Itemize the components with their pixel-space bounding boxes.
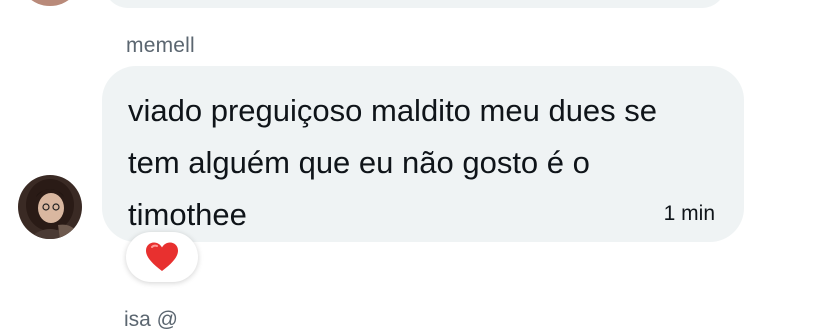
sender-name: memell bbox=[126, 34, 195, 57]
previous-avatar[interactable] bbox=[18, 0, 82, 6]
avatar[interactable] bbox=[18, 175, 82, 239]
next-sender-name: isa @ bbox=[124, 308, 178, 331]
previous-message-bubble[interactable] bbox=[104, 0, 726, 8]
message-bubble[interactable]: viado preguiçoso maldito meu dues se tem… bbox=[102, 66, 744, 242]
message-text: viado preguiçoso maldito meu dues se tem… bbox=[128, 93, 658, 232]
heart-icon bbox=[146, 242, 178, 271]
reaction-badge[interactable] bbox=[126, 232, 198, 282]
message-timestamp: 1 min bbox=[663, 202, 715, 225]
avatar-photo bbox=[18, 175, 82, 239]
